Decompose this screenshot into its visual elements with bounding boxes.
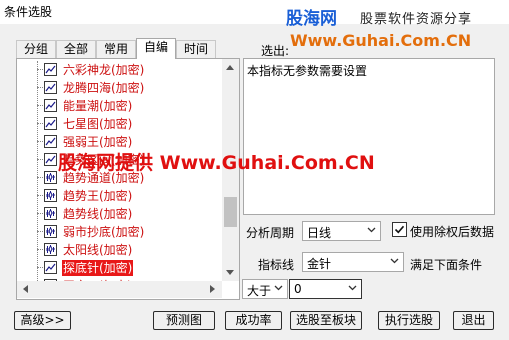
candle-icon [44,225,57,238]
chevron-down-icon [367,227,376,233]
indicator-label: 指标线 [258,258,295,272]
chart-icon [44,261,57,274]
tab-label: 全部 [63,42,88,56]
list-item-label: 六彩神龙(加密) [63,63,145,77]
candle-icon [44,171,57,184]
period-value: 日线 [307,226,332,240]
watermark-center: 股海网提供 Www.Guhai.Com.CN [58,152,375,174]
list-item[interactable]: 太阳线(加密) [17,241,221,259]
tab-common[interactable]: 常用 [96,40,136,58]
list-item-label: 能量潮(加密) [63,99,133,113]
tab-group[interactable]: 分组 [16,40,56,58]
chart-icon [44,153,57,166]
execute-screening-button[interactable]: 执行选股 [378,311,440,330]
list-item[interactable]: 趋势线(加密) [17,205,221,223]
tab-label: 分组 [23,42,48,56]
operator-value: 大于 [247,284,272,298]
condition-suffix-label: 满足下面条件 [410,258,483,272]
use-adjusted-data-label: 使用除权后数据 [410,225,495,239]
candle-icon [44,243,57,256]
watermark-slogan: 股票软件资源分享 [360,12,473,27]
watermark-url: Www.Guhai.Com.CN [290,31,472,50]
selected-count-label: 选出: [261,44,290,58]
tab-custom[interactable]: 自编 [136,38,176,59]
list-item[interactable]: 弱市抄底(加密) [17,223,221,241]
stock-screener-window: 条件选股 股海网 股票软件资源分享 Www.Guhai.Com.CN 分组 全部… [0,0,509,340]
list-item[interactable]: 六彩神龙(加密) [17,61,221,79]
title-bar: 条件选股 股海网 股票软件资源分享 [0,0,509,29]
list-item-label: 龙腾四海(加密) [63,81,145,95]
threshold-value: 0 [294,282,302,296]
operator-select[interactable]: 大于 [242,279,288,299]
list-item[interactable]: 龙腾四海(加密) [17,79,221,97]
candle-icon [44,207,57,220]
description-box: 本指标无参数需要设置 [243,58,495,215]
chart-icon [44,81,57,94]
select-to-block-button[interactable]: 选股至板块 [290,311,362,330]
chevron-down-icon [390,258,399,264]
checkmark-icon [394,225,405,234]
use-adjusted-data-checkbox[interactable] [392,222,407,237]
chart-icon [44,135,57,148]
tab-label: 常用 [103,42,128,56]
formula-list[interactable]: 六彩神龙(加密) 龙腾四海(加密) 能量潮(加密) 七星图(加密) 强弱王(加密) 趋势区… [16,58,240,300]
candle-icon [44,189,57,202]
tab-time[interactable]: 时间 [176,40,216,58]
scroll-right-icon[interactable] [210,285,215,293]
indicator-value: 金针 [307,257,332,271]
list-item[interactable]: 趋势王(加密) [17,187,221,205]
window-title: 条件选股 [4,5,53,19]
list-item-label: 弱市抄底(加密) [63,225,145,239]
horizontal-scrollbar[interactable] [17,281,222,298]
preview-chart-button[interactable]: 预测图 [153,311,215,330]
description-text: 本指标无参数需要设置 [247,64,368,78]
list-item-label: 太阳线(加密) [63,243,133,257]
scroll-down-icon[interactable] [226,270,234,275]
tab-all[interactable]: 全部 [56,40,96,58]
chevron-down-icon [348,285,357,291]
watermark-logo: 股海网 [286,9,337,29]
list-item-label: 趋势王(加密) [63,189,133,203]
list-item-selected[interactable]: 探底针(加密) [17,259,221,277]
period-label: 分析周期 [246,226,295,240]
scroll-thumb[interactable] [224,197,237,227]
chart-icon [44,99,57,112]
tab-label: 时间 [183,42,208,56]
chevron-down-icon [274,285,283,291]
threshold-input[interactable]: 0 [289,279,362,299]
success-rate-button[interactable]: 成功率 [225,311,282,330]
scroll-left-icon[interactable] [23,285,28,293]
period-select[interactable]: 日线 [302,221,381,241]
chart-icon [44,63,57,76]
list-item[interactable]: 能量潮(加密) [17,97,221,115]
advanced-button[interactable]: 高级>> [14,311,71,330]
list-item-label: 七星图(加密) [63,117,133,131]
exit-button[interactable]: 退出 [453,311,494,330]
list-item[interactable]: 七星图(加密) [17,115,221,133]
tab-label: 自编 [143,40,168,54]
list-item-label: 趋势线(加密) [63,207,133,221]
list-item-label: 探底针(加密) [62,260,134,276]
chart-icon [44,117,57,130]
scroll-up-icon[interactable] [226,65,234,70]
indicator-select[interactable]: 金针 [302,252,404,272]
